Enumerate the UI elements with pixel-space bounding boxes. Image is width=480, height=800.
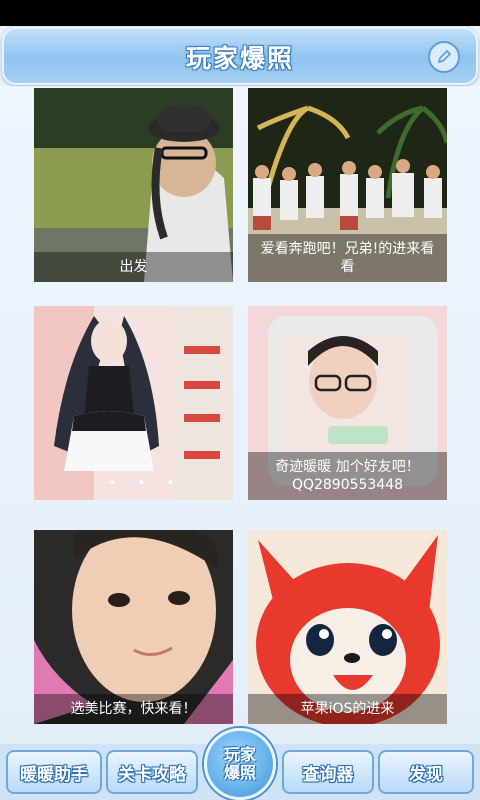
tab-level-guide[interactable]: 关卡攻略 [106,750,198,794]
pencil-icon [437,49,452,64]
post-card[interactable]: 奇迹暖暖 加个好友吧！QQ2890553448 [248,306,447,500]
post-card[interactable]: 爱看奔跑吧！兄弟!的进来看看 [248,88,447,282]
post-card[interactable]: 出发 [34,88,233,282]
tab-player-photos[interactable]: 玩家爆照 [204,728,276,800]
post-caption: 出发 [34,252,233,282]
post-caption: 奇迹暖暖 加个好友吧！QQ2890553448 [248,452,447,500]
edit-button[interactable] [428,41,460,73]
header-bar: 玩家爆照 [2,27,478,85]
post-caption: 选美比赛，快来看！ [34,694,233,724]
page-title: 玩家爆照 [185,44,294,73]
post-card[interactable]: • • • [34,306,233,500]
tab-query-tool[interactable]: 查询器 [282,750,374,794]
photo-grid: 出发 爱看奔跑吧！兄弟!的进来看看 • • • 奇迹暖暖 加个好友吧！QQ289… [0,86,480,746]
post-card[interactable]: 苹果iOS的进来 [248,530,447,724]
post-photo [34,306,233,500]
post-card[interactable]: 选美比赛，快来看！ [34,530,233,724]
status-bar [0,0,480,26]
tab-discover[interactable]: 发现 [378,750,474,794]
page-indicator: • • • [109,476,183,490]
post-caption: 爱看奔跑吧！兄弟!的进来看看 [248,234,447,282]
tab-nuannuan-helper[interactable]: 暖暖助手 [6,750,102,794]
post-caption: 苹果iOS的进来 [248,694,447,724]
